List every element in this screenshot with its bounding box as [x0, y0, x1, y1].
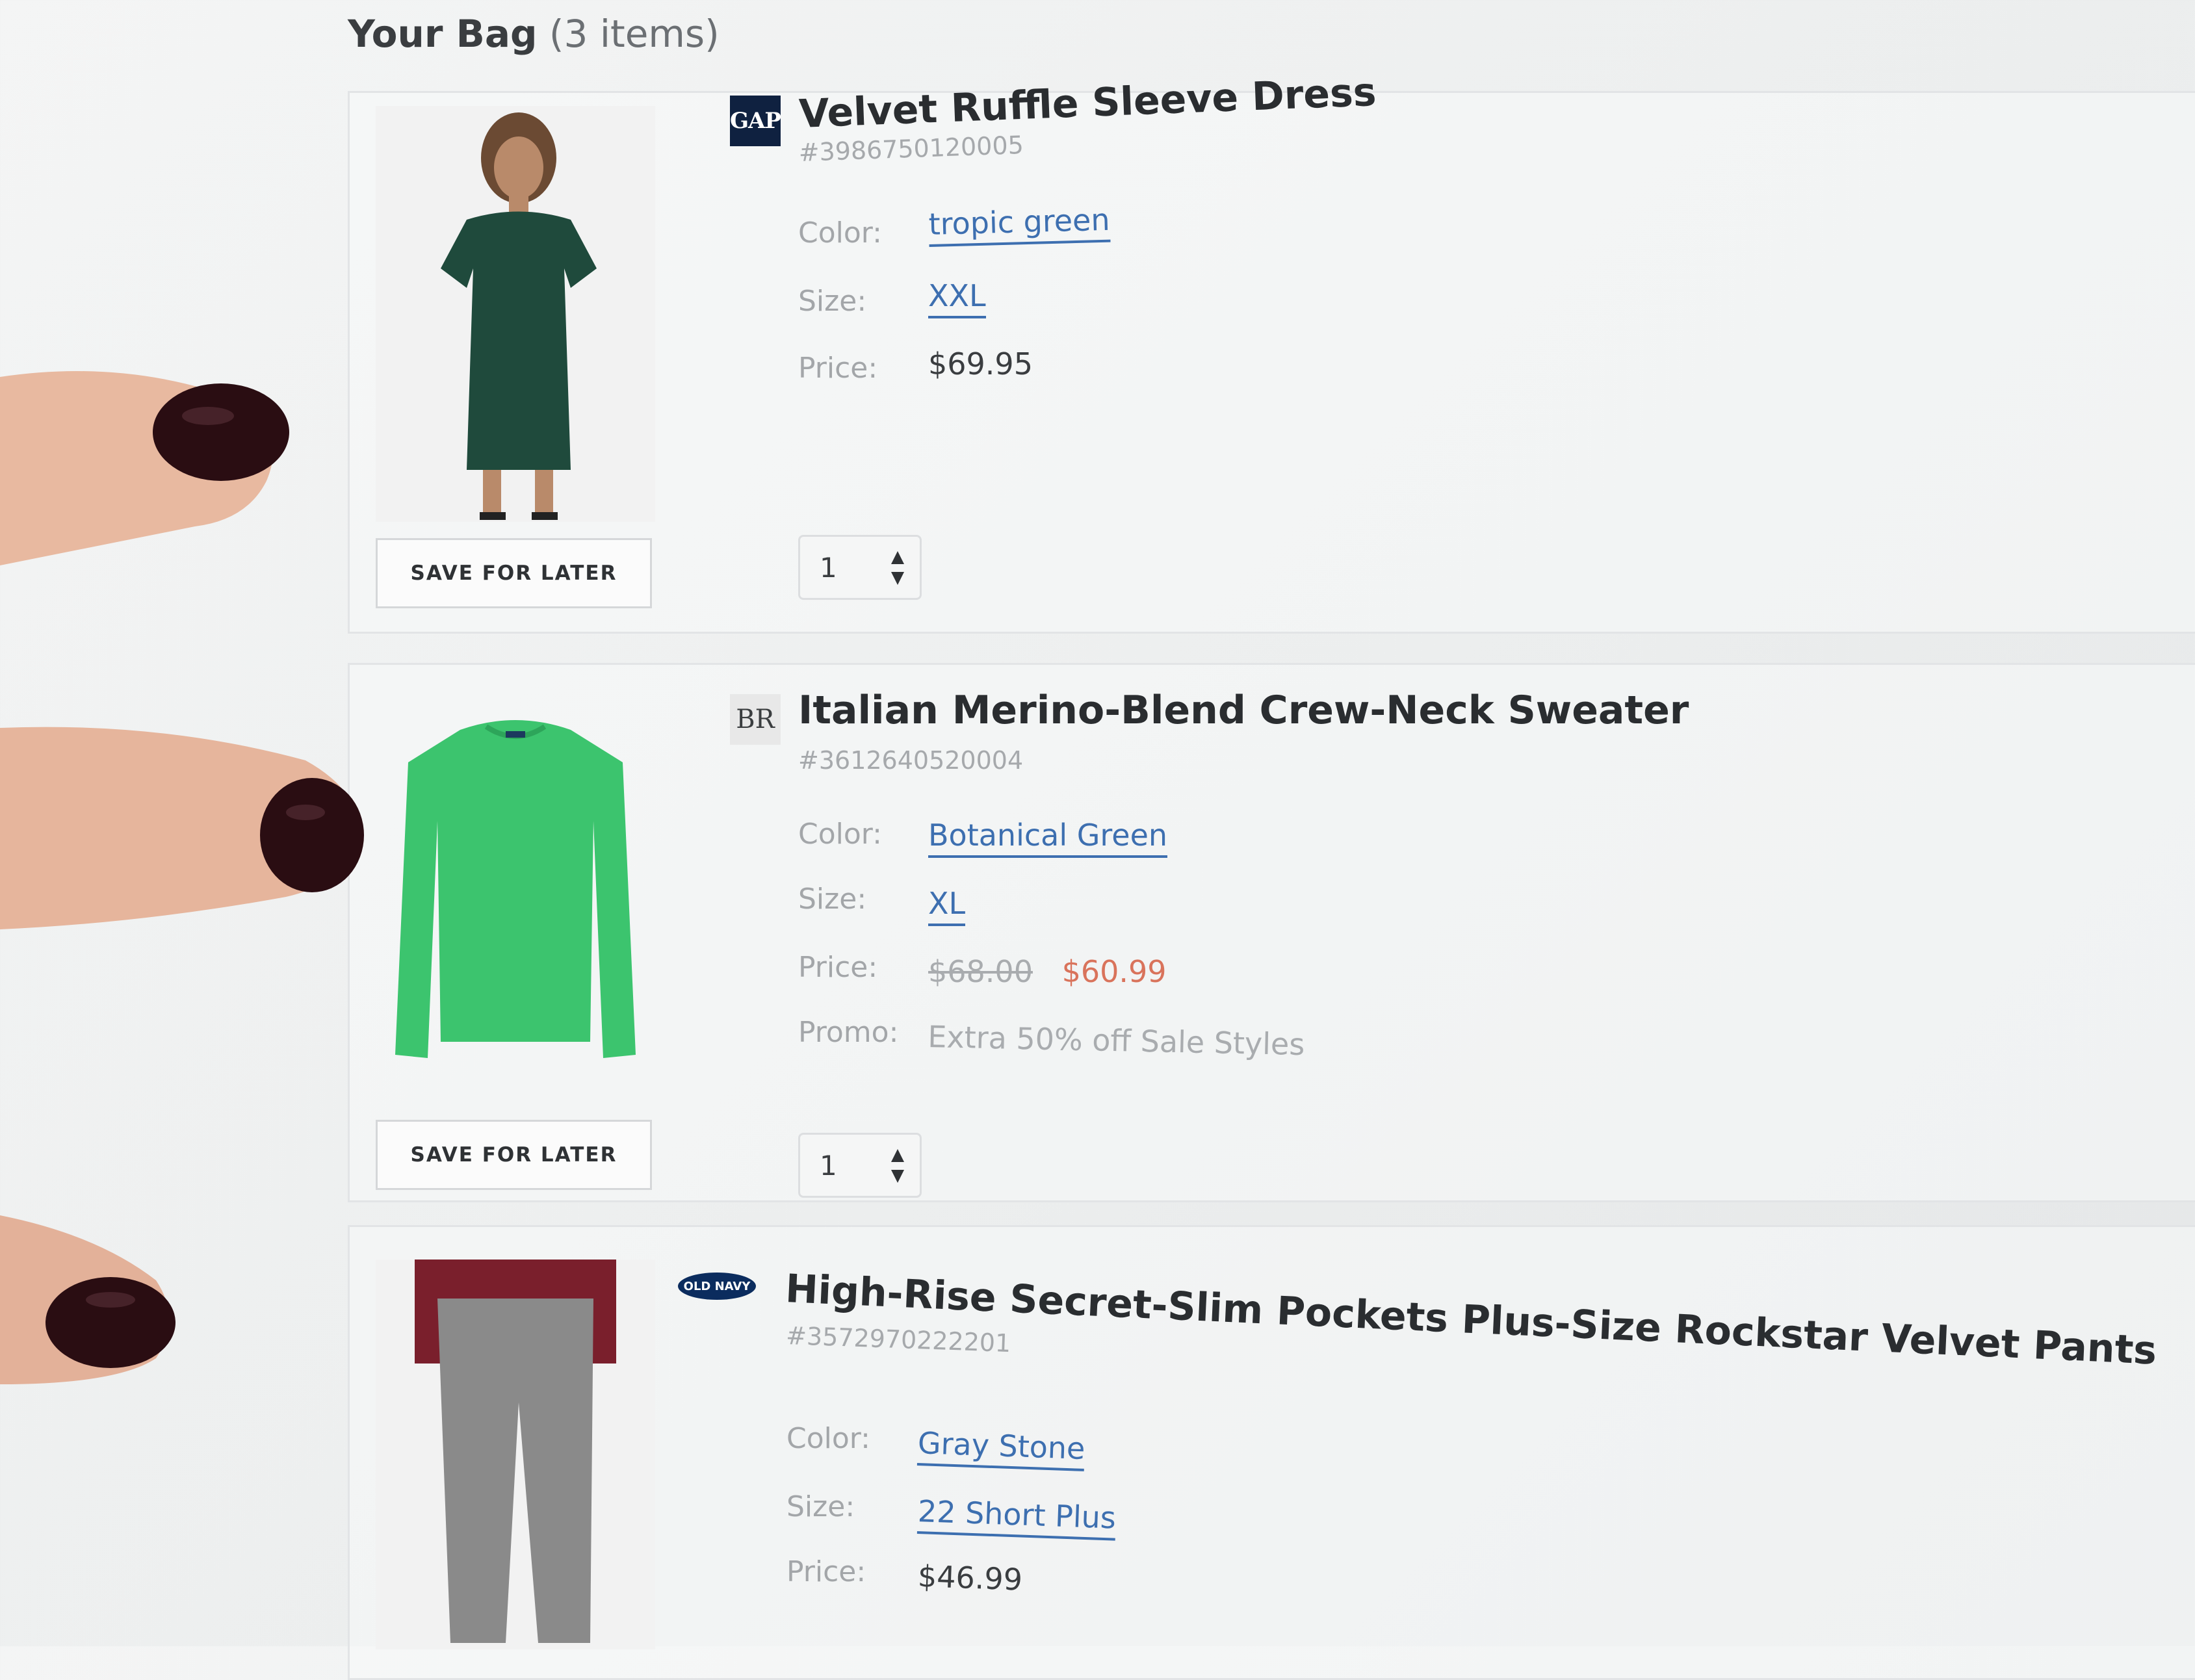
gap-brand-logo: GAP — [730, 96, 781, 146]
color-value[interactable]: Gray Stone — [916, 1425, 1086, 1471]
sweater-image — [395, 720, 636, 1058]
price-value: $46.99 — [917, 1558, 1023, 1597]
product-sku: #3612640520004 — [798, 746, 1024, 775]
product-name[interactable]: Italian Merino-Blend Crew-Neck Sweater — [798, 688, 1689, 733]
save-for-later-button[interactable]: SAVE FOR LATER — [376, 538, 652, 608]
size-label: Size: — [798, 883, 867, 916]
color-value[interactable]: tropic green — [928, 201, 1111, 247]
size-value[interactable]: XL — [928, 886, 966, 926]
quantity-value: 1 — [820, 551, 837, 584]
quantity-select[interactable]: 1 — [798, 535, 922, 600]
color-value[interactable]: Botanical Green — [928, 818, 1168, 858]
pointing-finger-3 — [0, 1215, 175, 1384]
banana-republic-brand-logo: BR — [730, 694, 781, 745]
product-name[interactable]: Velvet Ruffle Sleeve Dress — [798, 70, 1377, 137]
product-sku: #3986750120005 — [798, 130, 1024, 167]
promo-label: Promo: — [798, 1016, 899, 1049]
bag-heading: Your Bag (3 items) — [348, 12, 720, 56]
bag-item-count: (3 items) — [549, 12, 720, 56]
color-label: Color: — [798, 818, 882, 851]
price-label: Price: — [798, 951, 878, 984]
price-value: $69.95 — [928, 346, 1033, 381]
price-label: Price: — [798, 352, 878, 385]
quantity-select[interactable]: 1 — [798, 1133, 922, 1198]
pants-model-image — [376, 1260, 655, 1649]
product-image[interactable] — [376, 691, 655, 1094]
size-label: Size: — [786, 1490, 855, 1523]
pointing-finger-1 — [0, 371, 289, 565]
bag-item-card: OLD NAVY High-Rise Secret-Slim Pockets P… — [348, 1225, 2195, 1680]
size-label: Size: — [798, 285, 867, 318]
shopping-bag-page: Your Bag (3 items) SAVE FOR LATER GAP Ve… — [0, 0, 2195, 1680]
price-value: $68.00 $60.99 — [928, 954, 1167, 989]
color-label: Color: — [786, 1422, 870, 1455]
bag-item-card: SAVE FOR LATER GAP Velvet Ruffle Sleeve … — [348, 70, 2195, 634]
size-value[interactable]: XXL — [928, 278, 986, 318]
pointing-finger-2 — [0, 727, 364, 929]
product-image[interactable] — [376, 1260, 655, 1649]
stepper-arrows-icon — [891, 551, 904, 585]
sale-price: $60.99 — [1061, 954, 1167, 989]
price-label: Price: — [786, 1555, 866, 1588]
save-for-later-button[interactable]: SAVE FOR LATER — [376, 1120, 652, 1190]
bag-title: Your Bag — [348, 12, 538, 56]
stepper-arrows-icon — [891, 1149, 904, 1183]
quantity-value: 1 — [820, 1149, 837, 1182]
promo-value: Extra 50% off Sale Styles — [927, 1019, 1305, 1063]
original-price: $68.00 — [928, 954, 1033, 989]
size-value[interactable]: 22 Short Plus — [916, 1493, 1117, 1541]
old-navy-brand-logo: OLD NAVY — [678, 1273, 756, 1300]
product-sku: #3572970222201 — [785, 1321, 1011, 1358]
color-label: Color: — [798, 216, 882, 250]
product-name[interactable]: High-Rise Secret-Slim Pockets Plus-Size … — [785, 1266, 2158, 1374]
bag-item-card: SAVE FOR LATER BR Italian Merino-Blend C… — [348, 663, 2195, 1202]
product-image[interactable] — [376, 106, 655, 522]
dress-model-image — [376, 106, 655, 522]
